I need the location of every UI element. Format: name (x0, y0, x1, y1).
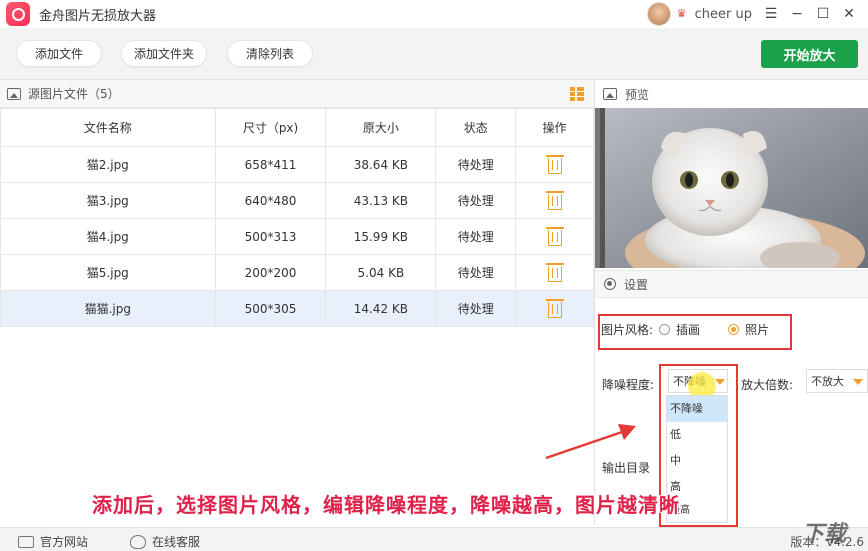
settings-icon (604, 278, 616, 290)
toolbar: 添加文件 添加文件夹 清除列表 开始放大 (0, 28, 868, 80)
user-area[interactable]: ♛ cheer up (646, 2, 752, 26)
delete-button[interactable] (515, 254, 594, 291)
watermark-text: 下载 (802, 522, 847, 547)
start-enlarge-button[interactable]: 开始放大 (761, 40, 858, 68)
file-status: 待处理 (435, 182, 517, 219)
file-status: 待处理 (435, 290, 517, 327)
zoom-factor-select[interactable]: 不放大 (806, 369, 868, 393)
file-name: 猫2.jpg (0, 146, 216, 183)
username[interactable]: cheer up (695, 7, 752, 22)
file-table: 文件名称 尺寸（px) 原大小 状态 操作 猫2.jpg 658*411 38.… (0, 108, 594, 327)
column-header-status: 状态 (435, 108, 517, 147)
site-watermark: 下载 (752, 510, 868, 551)
file-dimensions: 500*305 (214, 290, 327, 327)
maximize-icon[interactable]: ☐ (810, 4, 836, 24)
close-icon[interactable]: ✕ (836, 4, 862, 24)
online-service-link[interactable]: 在线客服 (130, 533, 200, 550)
title-bar: 金舟图片无损放大器 ♛ cheer up ☰ − ☐ ✕ (0, 0, 868, 28)
clear-list-button[interactable]: 清除列表 (227, 40, 313, 67)
noise-level-label: 降噪程度: (602, 378, 655, 392)
preview-image (595, 108, 868, 268)
table-row-selected[interactable]: 猫猫.jpg 500*305 14.42 KB 待处理 (0, 290, 594, 327)
add-file-button[interactable]: 添加文件 (16, 40, 102, 67)
zoom-factor-value: 不放大 (811, 375, 844, 388)
menu-icon[interactable]: ☰ (758, 4, 784, 24)
official-website-label[interactable]: 官方网站 (40, 533, 88, 550)
preview-title: 预览 (625, 87, 650, 102)
file-status: 待处理 (435, 218, 517, 255)
file-size: 5.04 KB (325, 254, 437, 291)
file-name: 猫3.jpg (0, 182, 216, 219)
add-folder-button[interactable]: 添加文件夹 (121, 40, 207, 67)
trash-icon[interactable] (545, 299, 564, 318)
settings-title: 设置 (624, 277, 649, 292)
delete-button[interactable] (515, 146, 594, 183)
chevron-down-icon[interactable] (853, 379, 863, 385)
file-status: 待处理 (435, 146, 517, 183)
file-list-title: 源图片文件（5） (28, 87, 120, 101)
official-website-link[interactable]: 官方网站 (18, 533, 88, 550)
app-title: 金舟图片无损放大器 (39, 8, 157, 24)
column-header-filesize: 原大小 (325, 108, 437, 147)
online-service-label[interactable]: 在线客服 (152, 533, 200, 550)
file-list-header: 源图片文件（5） (0, 80, 594, 108)
settings-header: 设置 (595, 270, 868, 298)
file-dimensions: 640*480 (214, 182, 327, 219)
cat-photo (595, 108, 868, 268)
window-controls: ☰ − ☐ ✕ (758, 4, 862, 24)
status-bar: 官方网站 在线客服 版本：v4.2.6 (0, 527, 868, 551)
preview-header: 预览 (595, 80, 868, 108)
image-icon (603, 88, 617, 100)
tutorial-caption: 添加后，选择图片风格，编辑降噪程度，降噪越高，图片越清晰 (92, 493, 680, 517)
table-row[interactable]: 猫2.jpg 658*411 38.64 KB 待处理 (0, 146, 594, 183)
avatar[interactable] (646, 2, 671, 26)
delete-button[interactable] (515, 218, 594, 255)
app-logo-icon (6, 2, 30, 26)
column-header-action: 操作 (515, 108, 594, 147)
file-size: 38.64 KB (325, 146, 437, 183)
delete-button[interactable] (515, 290, 594, 327)
column-header-size: 尺寸（px) (214, 108, 327, 147)
vip-icon: ♛ (676, 7, 687, 20)
table-row[interactable]: 猫3.jpg 640*480 43.13 KB 待处理 (0, 182, 594, 219)
annotation-arrow-icon (545, 424, 636, 460)
table-header-row: 文件名称 尺寸（px) 原大小 状态 操作 (0, 108, 594, 147)
file-size: 15.99 KB (325, 218, 437, 255)
file-dimensions: 500*313 (214, 218, 327, 255)
zoom-factor-label: 放大倍数: (741, 378, 794, 392)
file-dimensions: 658*411 (214, 146, 327, 183)
table-row[interactable]: 猫5.jpg 200*200 5.04 KB 待处理 (0, 254, 594, 291)
trash-icon[interactable] (545, 191, 564, 210)
table-row[interactable]: 猫4.jpg 500*313 15.99 KB 待处理 (0, 218, 594, 255)
delete-button[interactable] (515, 182, 594, 219)
file-name: 猫猫.jpg (0, 290, 216, 327)
file-name: 猫5.jpg (0, 254, 216, 291)
headset-icon (130, 534, 146, 549)
annotation-box-style (598, 314, 792, 350)
file-size: 43.13 KB (325, 182, 437, 219)
file-dimensions: 200*200 (214, 254, 327, 291)
trash-icon[interactable] (545, 227, 564, 246)
column-header-name: 文件名称 (0, 108, 216, 147)
file-size: 14.42 KB (325, 290, 437, 327)
file-name: 猫4.jpg (0, 218, 216, 255)
trash-icon[interactable] (545, 155, 564, 174)
image-icon (7, 87, 21, 100)
trash-icon[interactable] (545, 263, 564, 282)
file-status: 待处理 (435, 254, 517, 291)
list-view-icon[interactable] (570, 87, 584, 101)
monitor-icon (18, 535, 34, 548)
minimize-icon[interactable]: − (784, 4, 810, 24)
